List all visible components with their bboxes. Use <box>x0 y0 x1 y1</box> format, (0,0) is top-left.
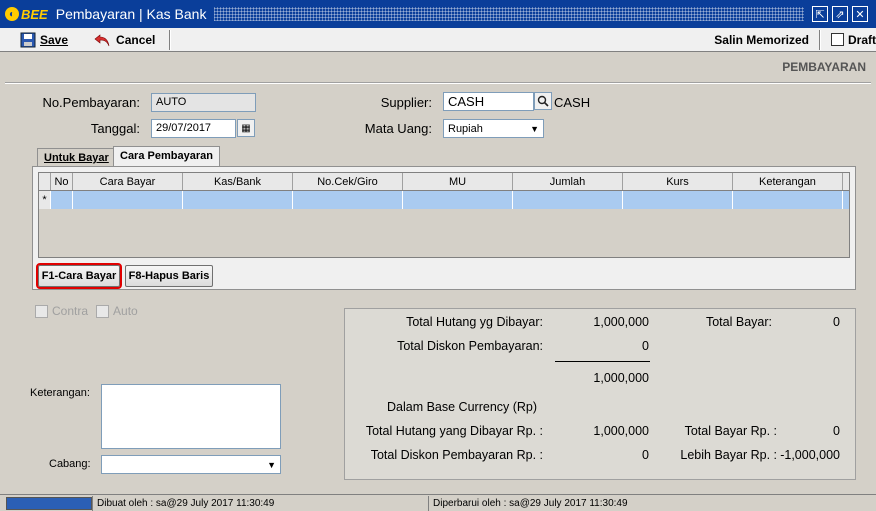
summary-panel: Total Hutang yg Dibayar: 1,000,000 Total… <box>344 308 856 480</box>
grid-col-indicator <box>39 173 51 190</box>
grid-col-keterangan[interactable]: Keterangan <box>733 173 843 190</box>
lebih-bayar-rp-label: Lebih Bayar Rp. : <box>680 448 777 462</box>
total-bayar-rp-value: 0 <box>833 424 840 438</box>
grid-cell[interactable] <box>513 191 623 209</box>
grid-col-no-cek-giro[interactable]: No.Cek/Giro <box>293 173 403 190</box>
f8-hapus-baris-button[interactable]: F8-Hapus Baris <box>125 265 213 287</box>
mata-uang-value: Rupiah <box>448 122 483 135</box>
main-panel: PEMBAYARAN No.Pembayaran: AUTO Tanggal: … <box>5 52 871 490</box>
toolbar-separator <box>169 29 172 50</box>
total-hutang-rp-value: 1,000,000 <box>593 424 649 438</box>
new-row-marker: * <box>39 191 51 209</box>
grid-col-kurs[interactable]: Kurs <box>623 173 733 190</box>
supplier-name: CASH <box>554 95 591 110</box>
keterangan-textarea[interactable] <box>101 384 281 449</box>
grid-cell[interactable] <box>73 191 183 209</box>
save-label: Save <box>40 32 69 47</box>
logo-text: BEE <box>21 6 48 22</box>
created-by-status: Dibuat oleh : sa@29 July 2017 11:30:49 <box>92 495 428 511</box>
total-hutang-label: Total Hutang yg Dibayar: <box>406 315 543 329</box>
cancel-button[interactable]: Cancel <box>86 29 163 51</box>
total-diskon-rp-label: Total Diskon Pembayaran Rp. : <box>370 448 543 462</box>
cabang-label: Cabang: <box>49 458 91 470</box>
updated-by-status: Diperbarui oleh : sa@29 July 2017 11:30:… <box>428 495 868 511</box>
total-hutang-rp-label: Total Hutang yang Dibayar Rp. : <box>365 424 543 438</box>
total-diskon-value: 0 <box>642 339 649 353</box>
grid-col-cara-bayar[interactable]: Cara Bayar <box>73 173 183 190</box>
draft-checkbox[interactable] <box>830 33 844 46</box>
auto-checkbox[interactable] <box>96 304 110 318</box>
subtotal-value: 1,000,000 <box>593 371 649 385</box>
f1-cara-bayar-button[interactable]: F1-Cara Bayar <box>36 263 122 289</box>
mata-uang-label: Mata Uang: <box>364 121 432 136</box>
floppy-disk-icon <box>20 32 36 47</box>
maximize-icon[interactable]: ⇗ <box>832 6 848 22</box>
undo-arrow-icon <box>94 33 110 46</box>
title-bar: ◐ BEE Pembayaran | Kas Bank ⇱ ⇗ ✕ <box>0 0 876 28</box>
chevron-down-icon: ▼ <box>530 123 539 134</box>
cancel-label: Cancel <box>116 32 156 47</box>
restore-icon[interactable]: ⇱ <box>812 6 828 22</box>
grid-cell[interactable] <box>51 191 73 209</box>
grid-col-kas-bank[interactable]: Kas/Bank <box>183 173 293 190</box>
grid-header: No Cara Bayar Kas/Bank No.Cek/Giro MU Ju… <box>39 173 849 191</box>
title-bar-pattern <box>214 7 804 21</box>
grid-col-mu[interactable]: MU <box>403 173 513 190</box>
keterangan-label: Keterangan: <box>30 387 90 399</box>
total-bayar-label: Total Bayar: <box>705 315 772 329</box>
search-icon[interactable] <box>534 92 552 110</box>
grid-cell[interactable] <box>293 191 403 209</box>
grid-col-jumlah[interactable]: Jumlah <box>513 173 623 190</box>
draft-label: Draft <box>847 32 876 47</box>
payment-grid[interactable]: No Cara Bayar Kas/Bank No.Cek/Giro MU Ju… <box>38 172 850 258</box>
auto-label: Auto <box>113 304 138 318</box>
subtotal-divider <box>555 361 650 362</box>
no-pembayaran-label: No.Pembayaran: <box>42 95 140 110</box>
tab-untuk-bayar[interactable]: Untuk Bayar <box>37 148 116 168</box>
grid-cell[interactable] <box>733 191 843 209</box>
toolbar-separator-right <box>818 29 821 50</box>
app-logo: ◐ BEE <box>5 7 48 22</box>
chevron-down-icon: ▼ <box>267 459 276 470</box>
grid-col-no[interactable]: No <box>51 173 73 190</box>
cabang-select[interactable]: ▼ <box>101 455 281 474</box>
window-title: Pembayaran | Kas Bank <box>55 6 207 22</box>
status-indicator <box>6 496 92 510</box>
total-diskon-rp-value: 0 <box>642 448 649 462</box>
no-pembayaran-field[interactable]: AUTO <box>151 93 256 112</box>
contra-checkbox[interactable] <box>35 304 48 318</box>
contra-label: Contra <box>52 304 89 318</box>
base-currency-label: Dalam Base Currency (Rp) <box>387 400 538 414</box>
close-icon[interactable]: ✕ <box>852 6 868 22</box>
page-header: PEMBAYARAN <box>782 60 866 74</box>
header-divider <box>5 82 871 84</box>
table-row[interactable]: * <box>39 191 849 209</box>
bee-icon: ◐ <box>5 7 19 21</box>
tab-cara-pembayaran[interactable]: Cara Pembayaran <box>113 146 220 168</box>
mata-uang-select[interactable]: Rupiah ▼ <box>443 119 544 138</box>
grid-cell[interactable] <box>403 191 513 209</box>
total-hutang-value: 1,000,000 <box>593 315 649 329</box>
calendar-icon[interactable]: ▦ <box>237 119 255 137</box>
save-button[interactable]: Save <box>12 29 76 51</box>
supplier-field[interactable]: CASH <box>443 92 534 111</box>
supplier-label: Supplier: <box>380 95 432 110</box>
tanggal-field[interactable]: 29/07/2017 <box>151 119 236 138</box>
tab-panel-cara-pembayaran: No Cara Bayar Kas/Bank No.Cek/Giro MU Ju… <box>32 166 856 290</box>
total-bayar-value: 0 <box>833 315 840 329</box>
status-bar: Dibuat oleh : sa@29 July 2017 11:30:49 D… <box>0 494 876 511</box>
tanggal-label: Tanggal: <box>90 121 140 136</box>
toolbar: Save Cancel Salin Memorized Draft <box>0 28 876 52</box>
total-diskon-label: Total Diskon Pembayaran: <box>397 339 543 353</box>
salin-memorized-button[interactable]: Salin Memorized <box>714 33 809 47</box>
lebih-bayar-rp-value: -1,000,000 <box>780 448 840 462</box>
grid-cell[interactable] <box>623 191 733 209</box>
grid-cell[interactable] <box>183 191 293 209</box>
total-bayar-rp-label: Total Bayar Rp. : <box>684 424 777 438</box>
